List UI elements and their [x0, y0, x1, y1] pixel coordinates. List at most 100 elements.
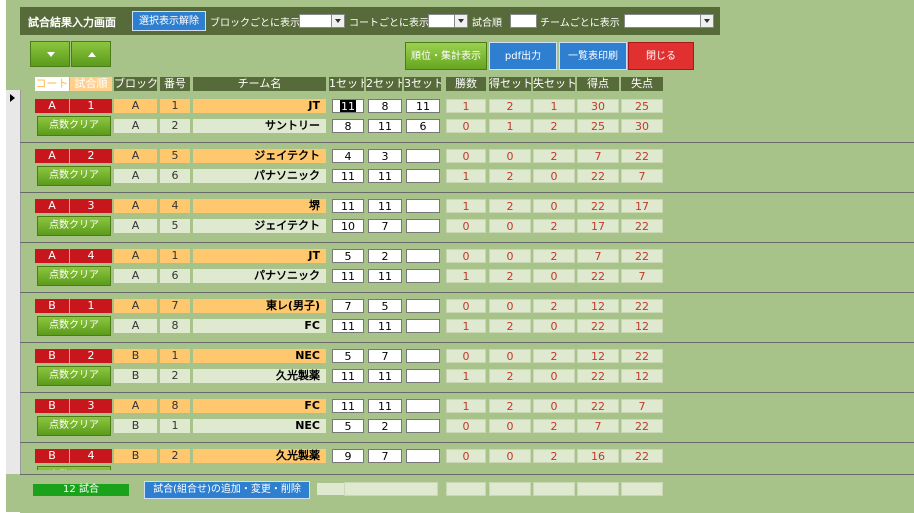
block-filter-select[interactable] [299, 14, 345, 28]
team-number-cell[interactable]: 5 [160, 219, 190, 233]
team-name-cell[interactable]: 久光製薬 [193, 369, 326, 383]
match-order-cell[interactable]: 1 [70, 299, 112, 313]
set2-score-input[interactable]: 11 [368, 269, 402, 283]
set2-score-input[interactable]: 2 [368, 419, 402, 433]
close-button[interactable]: 閉じる [628, 42, 694, 70]
block-cell[interactable]: A [114, 319, 157, 333]
clear-scores-button[interactable]: 点数クリア [37, 466, 111, 470]
set2-score-input[interactable]: 7 [368, 449, 402, 463]
court-cell[interactable]: A [35, 199, 69, 213]
block-cell[interactable]: A [114, 149, 157, 163]
team-name-cell[interactable]: 東レ(男子) [193, 299, 326, 313]
set2-score-input[interactable]: 11 [368, 319, 402, 333]
set3-score-input[interactable] [406, 349, 440, 363]
set1-score-input[interactable]: 8 [332, 119, 364, 133]
clear-scores-button[interactable]: 点数クリア [37, 266, 111, 286]
set1-score-input[interactable]: 10 [332, 219, 364, 233]
block-cell[interactable]: A [114, 249, 157, 263]
team-name-cell[interactable]: JT [193, 249, 326, 263]
set2-score-input[interactable]: 11 [368, 399, 402, 413]
set2-score-input[interactable]: 11 [368, 119, 402, 133]
team-name-cell[interactable]: ジェイテクト [193, 219, 326, 233]
team-number-cell[interactable]: 6 [160, 169, 190, 183]
court-cell[interactable]: B [35, 299, 69, 313]
set2-score-input[interactable]: 7 [368, 219, 402, 233]
team-name-cell[interactable]: NEC [193, 419, 326, 433]
edit-matches-button[interactable]: 試合(組合せ)の追加・変更・削除 [144, 481, 310, 499]
set3-score-input[interactable] [406, 419, 440, 433]
chevron-down-icon[interactable] [331, 15, 344, 27]
team-name-cell[interactable]: 堺 [193, 199, 326, 213]
block-cell[interactable]: A [114, 119, 157, 133]
clear-scores-button[interactable]: 点数クリア [37, 366, 111, 386]
block-cell[interactable]: A [114, 99, 157, 113]
block-cell[interactable]: B [114, 369, 157, 383]
clear-scores-button[interactable]: 点数クリア [37, 416, 111, 436]
court-cell[interactable]: A [35, 99, 69, 113]
court-cell[interactable]: B [35, 449, 69, 463]
match-order-cell[interactable]: 4 [70, 249, 112, 263]
court-cell[interactable]: A [35, 249, 69, 263]
set1-score-input[interactable]: 11 [332, 169, 364, 183]
pdf-output-button[interactable]: pdf出力 [489, 42, 557, 70]
match-order-cell[interactable]: 3 [70, 199, 112, 213]
team-number-cell[interactable]: 4 [160, 199, 190, 213]
court-filter-select[interactable] [428, 14, 468, 28]
set1-score-input[interactable]: 11 [332, 399, 364, 413]
match-order-cell[interactable]: 2 [70, 149, 112, 163]
set3-score-input[interactable] [406, 219, 440, 233]
chevron-down-icon[interactable] [700, 15, 713, 27]
set1-score-input[interactable]: 11 [332, 199, 364, 213]
set2-score-input[interactable]: 7 [368, 349, 402, 363]
block-cell[interactable]: A [114, 219, 157, 233]
next-record-button[interactable] [30, 41, 70, 67]
set2-score-input[interactable]: 3 [368, 149, 402, 163]
set2-score-input[interactable]: 11 [368, 169, 402, 183]
team-name-cell[interactable]: FC [193, 319, 326, 333]
chevron-down-icon[interactable] [454, 15, 467, 27]
set2-score-input[interactable]: 8 [368, 99, 402, 113]
set2-score-input[interactable]: 11 [368, 199, 402, 213]
clear-scores-button[interactable]: 点数クリア [37, 116, 111, 136]
set3-score-input[interactable] [406, 369, 440, 383]
block-cell[interactable]: A [114, 399, 157, 413]
set1-score-input[interactable]: 11 [332, 99, 364, 113]
set3-score-input[interactable] [406, 319, 440, 333]
set2-score-input[interactable]: 11 [368, 369, 402, 383]
set3-score-input[interactable] [406, 449, 440, 463]
team-name-cell[interactable]: サントリー [193, 119, 326, 133]
match-order-cell[interactable]: 4 [70, 449, 112, 463]
team-name-cell[interactable]: FC [193, 399, 326, 413]
set3-score-input[interactable] [406, 199, 440, 213]
team-number-cell[interactable]: 7 [160, 299, 190, 313]
block-cell[interactable]: A [114, 269, 157, 283]
set2-score-input[interactable]: 2 [368, 249, 402, 263]
set3-score-input[interactable] [406, 399, 440, 413]
team-number-cell[interactable]: 2 [160, 449, 190, 463]
set1-score-input[interactable]: 11 [332, 319, 364, 333]
team-name-cell[interactable]: 久光製薬 [193, 449, 326, 463]
match-order-cell[interactable]: 3 [70, 399, 112, 413]
court-cell[interactable]: A [35, 149, 69, 163]
set3-score-input[interactable]: 6 [406, 119, 440, 133]
set3-score-input[interactable] [406, 249, 440, 263]
team-number-cell[interactable]: 1 [160, 99, 190, 113]
set1-score-input[interactable]: 11 [332, 269, 364, 283]
block-cell[interactable]: B [114, 449, 157, 463]
block-cell[interactable]: A [114, 199, 157, 213]
match-order-cell[interactable]: 1 [70, 99, 112, 113]
team-number-cell[interactable]: 6 [160, 269, 190, 283]
clear-scores-button[interactable]: 点数クリア [37, 216, 111, 236]
team-name-cell[interactable]: NEC [193, 349, 326, 363]
set1-score-input[interactable]: 11 [332, 369, 364, 383]
set2-score-input[interactable]: 5 [368, 299, 402, 313]
team-name-cell[interactable]: JT [193, 99, 326, 113]
clear-selection-button[interactable]: 選択表示解除 [132, 11, 206, 31]
set3-score-input[interactable] [406, 149, 440, 163]
team-number-cell[interactable]: 2 [160, 369, 190, 383]
set1-score-input[interactable]: 5 [332, 249, 364, 263]
set1-score-input[interactable]: 7 [332, 299, 364, 313]
team-number-cell[interactable]: 5 [160, 149, 190, 163]
team-number-cell[interactable]: 1 [160, 419, 190, 433]
team-name-cell[interactable]: ジェイテクト [193, 149, 326, 163]
